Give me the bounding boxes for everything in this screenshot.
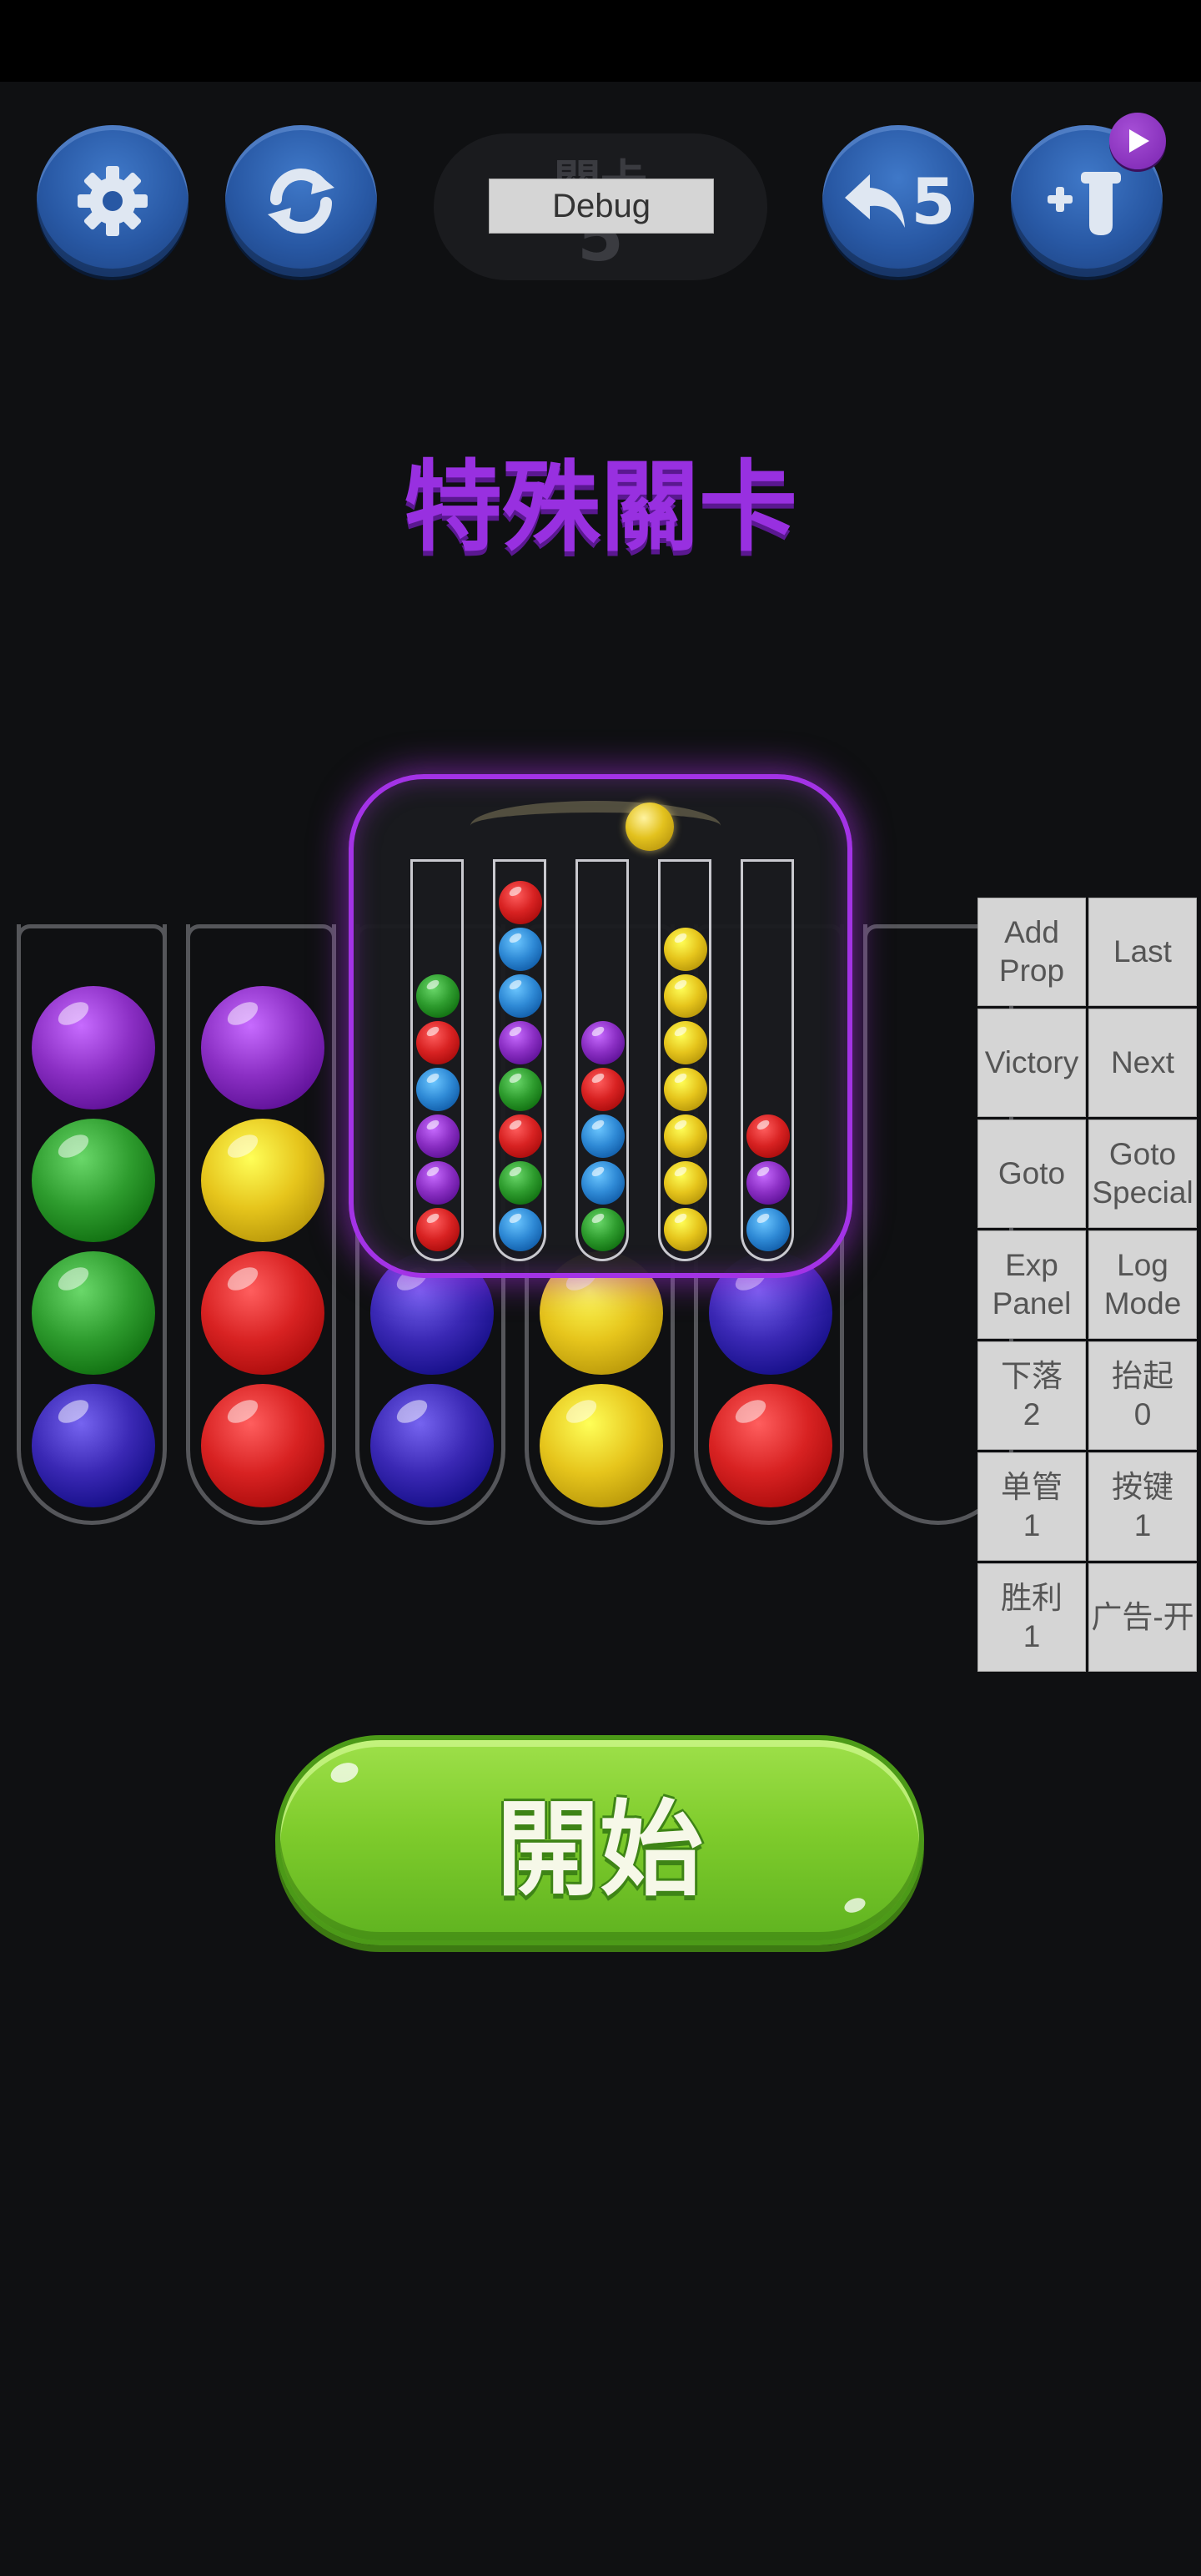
- status-bar: [0, 0, 1201, 82]
- tube-rim: [410, 859, 464, 864]
- ball-yellow: [540, 1384, 663, 1507]
- preview-tube: [741, 859, 794, 1261]
- ball-blue: [581, 1161, 625, 1205]
- debug-btn-胜利-1[interactable]: 胜利 1: [977, 1563, 1086, 1672]
- ball-yellow: [201, 1119, 324, 1242]
- ad-badge[interactable]: [1109, 113, 1166, 169]
- ball-yellow: [664, 1068, 707, 1111]
- ball-blue: [416, 1068, 460, 1111]
- debug-btn-next[interactable]: Next: [1088, 1009, 1197, 1117]
- debug-btn-log-mode[interactable]: Log Mode: [1088, 1230, 1197, 1339]
- ball-red: [201, 1251, 324, 1375]
- ball-green: [416, 974, 460, 1018]
- start-button-shine: [842, 1895, 867, 1915]
- restart-icon: [268, 169, 334, 234]
- ball-blue: [499, 1208, 542, 1251]
- ball-red: [416, 1208, 460, 1251]
- preview-tube: [658, 859, 711, 1261]
- restart-button[interactable]: [225, 125, 377, 277]
- debug-btn-抬起-0[interactable]: 抬起 0: [1088, 1341, 1197, 1450]
- start-button-label: 開始: [495, 1790, 703, 1910]
- ball-green: [32, 1251, 155, 1375]
- gear-icon: [78, 166, 148, 236]
- ball-yellow: [664, 1161, 707, 1205]
- tube-rim: [658, 859, 711, 864]
- start-button[interactable]: 開始: [275, 1735, 924, 1945]
- ball-indigo: [32, 1384, 155, 1507]
- background-tube: [17, 924, 167, 1525]
- ball-blue: [499, 928, 542, 971]
- debug-btn-add-prop[interactable]: Add Prop: [977, 898, 1086, 1006]
- ball-red: [416, 1021, 460, 1064]
- ball-green: [581, 1208, 625, 1251]
- ball-red: [499, 1114, 542, 1158]
- ball-blue: [746, 1208, 790, 1251]
- ball-yellow: [664, 974, 707, 1018]
- debug-btn-按键-1[interactable]: 按键 1: [1088, 1452, 1197, 1561]
- debug-btn-last[interactable]: Last: [1088, 898, 1197, 1006]
- ball-purple: [581, 1021, 625, 1064]
- undo-count: 5: [911, 164, 956, 239]
- tube-rim: [575, 859, 629, 864]
- flying-ball: [626, 802, 674, 851]
- tube-rim: [741, 859, 794, 864]
- ball-purple: [201, 986, 324, 1109]
- ball-yellow: [664, 1208, 707, 1251]
- tube-rim: [17, 924, 167, 938]
- ball-yellow: [664, 928, 707, 971]
- ball-yellow: [664, 1021, 707, 1064]
- add-tube-icon: [1048, 172, 1121, 235]
- preview-tube: [493, 859, 546, 1261]
- ball-trail: [470, 801, 721, 851]
- ball-red: [709, 1384, 832, 1507]
- debug-btn-下落-2[interactable]: 下落 2: [977, 1341, 1086, 1450]
- ball-indigo: [370, 1384, 494, 1507]
- special-level-preview: [349, 774, 852, 1278]
- debug-button[interactable]: Debug: [489, 179, 714, 234]
- tube-rim: [186, 924, 336, 938]
- ball-blue: [581, 1114, 625, 1158]
- ball-yellow: [664, 1114, 707, 1158]
- ball-red: [201, 1384, 324, 1507]
- debug-btn-广告-开[interactable]: 广告-开: [1088, 1563, 1197, 1672]
- ball-purple: [416, 1114, 460, 1158]
- debug-btn-exp-panel[interactable]: Exp Panel: [977, 1230, 1086, 1339]
- ball-red: [746, 1114, 790, 1158]
- settings-button[interactable]: [37, 125, 188, 277]
- ball-red: [581, 1068, 625, 1111]
- start-button-shine: [328, 1758, 361, 1787]
- ball-green: [499, 1161, 542, 1205]
- debug-panel: Add Prop Last Victory Next Goto Goto Special E…: [977, 898, 1199, 1672]
- undo-button[interactable]: 5: [822, 125, 974, 277]
- ball-purple: [32, 986, 155, 1109]
- debug-btn-单管-1[interactable]: 单管 1: [977, 1452, 1086, 1561]
- undo-icon: [844, 174, 905, 228]
- play-icon: [1129, 129, 1149, 153]
- debug-btn-goto[interactable]: Goto: [977, 1119, 1086, 1228]
- preview-tube: [410, 859, 464, 1261]
- background-tube: [186, 924, 336, 1525]
- preview-tube: [575, 859, 629, 1261]
- ball-red: [499, 881, 542, 924]
- debug-btn-goto-special[interactable]: Goto Special: [1088, 1119, 1197, 1228]
- ball-green: [32, 1119, 155, 1242]
- ball-purple: [416, 1161, 460, 1205]
- ball-purple: [499, 1021, 542, 1064]
- special-level-title: 特殊關卡: [403, 450, 797, 565]
- ball-green: [499, 1068, 542, 1111]
- ball-purple: [746, 1161, 790, 1205]
- ball-blue: [499, 974, 542, 1018]
- tube-rim: [493, 859, 546, 864]
- debug-btn-victory[interactable]: Victory: [977, 1009, 1086, 1117]
